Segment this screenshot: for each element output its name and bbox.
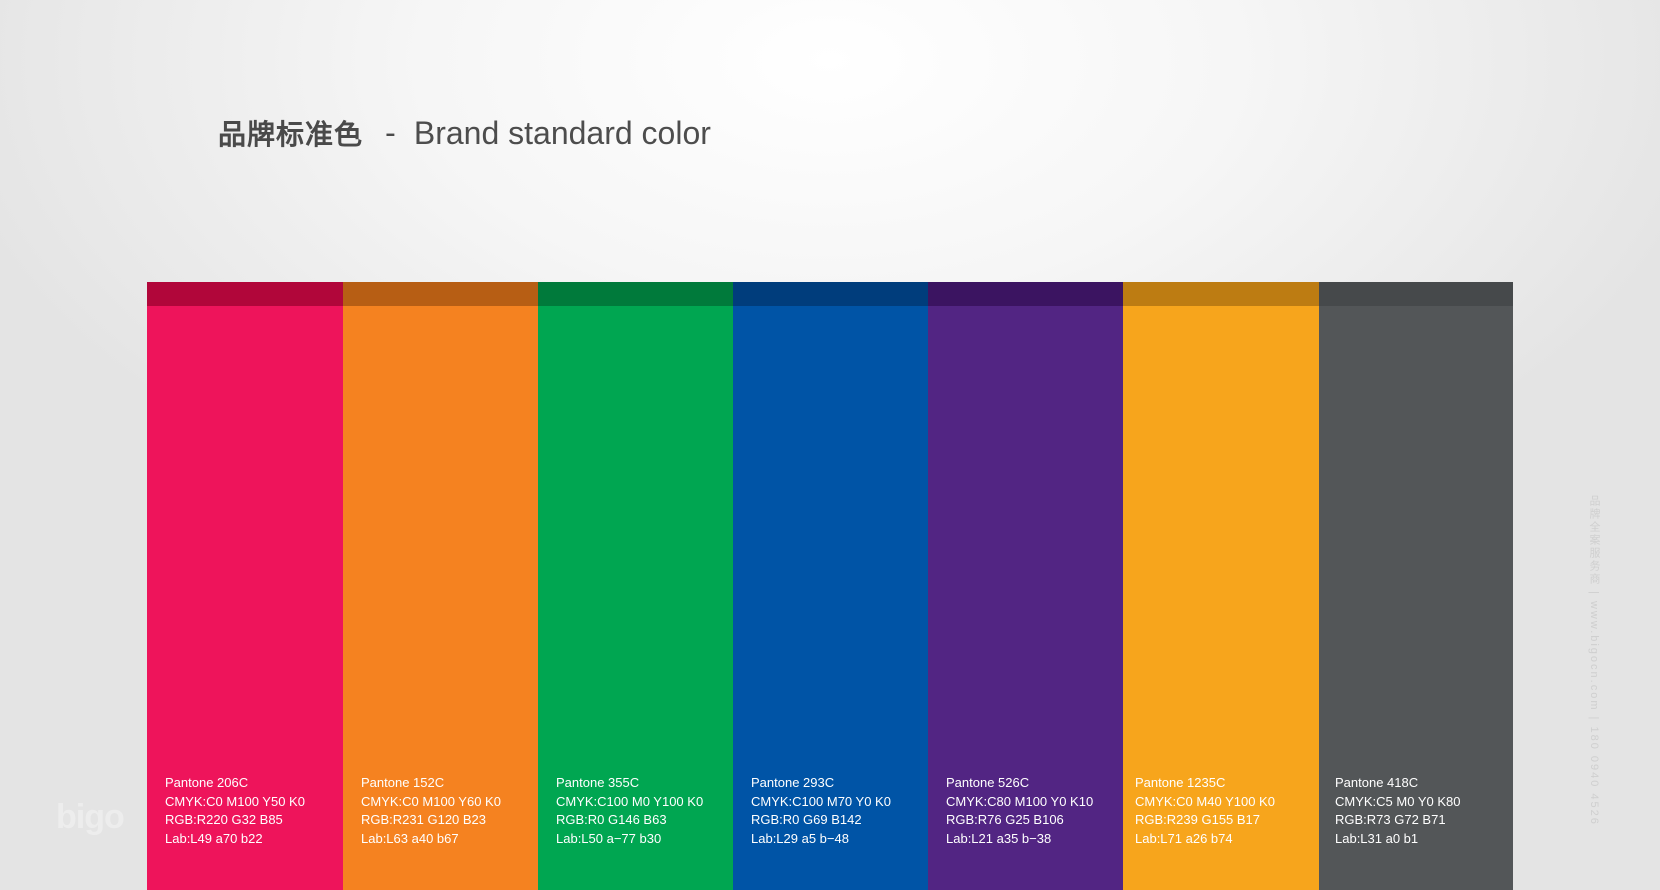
title-separator: -	[385, 115, 396, 151]
swatch-top-band	[1123, 282, 1319, 306]
swatch-info: Pantone 526C CMYK:C80 M100 Y0 K10 RGB:R7…	[946, 774, 1093, 848]
swatch-pantone-152c: Pantone 152C CMYK:C0 M100 Y60 K0 RGB:R23…	[343, 282, 538, 890]
pantone-code: Pantone 526C	[946, 775, 1030, 790]
cmyk-value: CMYK:C100 M70 Y0 K0	[751, 793, 891, 809]
cmyk-value: CMYK:C80 M100 Y0 K10	[946, 793, 1094, 809]
pantone-code: Pantone 152C	[361, 775, 445, 790]
swatch-pantone-206c: Pantone 206C CMYK:C0 M100 Y50 K0 RGB:R22…	[147, 282, 343, 890]
pantone-code: Pantone 418C	[1335, 775, 1419, 790]
lab-value: Lab:L31 a0 b1	[1335, 830, 1419, 846]
rgb-value: RGB:R239 G155 B17	[1135, 812, 1261, 827]
lab-value: Lab:L50 a−77 b30	[556, 830, 662, 846]
swatch-pantone-355c: Pantone 355C CMYK:C100 M0 Y100 K0 RGB:R0…	[538, 282, 733, 890]
swatch-top-band	[343, 282, 538, 306]
lab-value: Lab:L21 a35 b−38	[946, 830, 1052, 846]
title-chinese: 品牌标准色	[218, 118, 364, 151]
rgb-value: RGB:R0 G69 B142	[751, 812, 862, 827]
lab-value: Lab:L63 a40 b67	[361, 830, 459, 846]
rgb-value: RGB:R231 G120 B23	[361, 812, 487, 827]
swatch-top-band	[538, 282, 733, 306]
swatch-top-band	[928, 282, 1123, 306]
rgb-value: RGB:R76 G25 B106	[946, 812, 1064, 827]
swatch-top-band	[733, 282, 928, 306]
pantone-code: Pantone 1235C	[1135, 775, 1226, 790]
swatch-top-band	[147, 282, 343, 306]
cmyk-value: CMYK:C5 M0 Y0 K80	[1335, 793, 1461, 809]
cmyk-value: CMYK:C100 M0 Y100 K0	[556, 793, 704, 809]
cmyk-value: CMYK:C0 M100 Y50 K0	[165, 793, 305, 809]
swatch-pantone-293c: Pantone 293C CMYK:C100 M70 Y0 K0 RGB:R0 …	[733, 282, 928, 890]
cmyk-value: CMYK:C0 M100 Y60 K0	[361, 793, 501, 809]
title-english: Brand standard color	[413, 114, 711, 151]
lab-value: Lab:L49 a70 b22	[165, 830, 263, 846]
swatch-top-band	[1319, 282, 1513, 306]
swatch-info: Pantone 293C CMYK:C100 M70 Y0 K0 RGB:R0 …	[751, 774, 891, 848]
page-title: 品牌标准色 - Brand standard color	[218, 108, 711, 158]
rgb-value: RGB:R220 G32 B85	[165, 812, 283, 827]
pantone-code: Pantone 355C	[556, 775, 640, 790]
swatch-info: Pantone 152C CMYK:C0 M100 Y60 K0 RGB:R23…	[361, 774, 501, 848]
side-contact-text: 品牌全案服务商 | www.bigocn.com | 180 0940 4526	[1588, 495, 1600, 826]
pantone-code: Pantone 206C	[165, 775, 249, 790]
rgb-value: RGB:R0 G146 B63	[556, 812, 667, 827]
cmyk-value: CMYK:C0 M40 Y100 K0	[1135, 793, 1275, 809]
lab-value: Lab:L71 a26 b74	[1135, 830, 1233, 846]
watermark-logo: bigo	[56, 798, 125, 836]
pantone-code: Pantone 293C	[751, 775, 835, 790]
color-palette: Pantone 206C CMYK:C0 M100 Y50 K0 RGB:R22…	[147, 282, 1513, 890]
swatch-info: Pantone 418C CMYK:C5 M0 Y0 K80 RGB:R73 G…	[1335, 774, 1460, 848]
swatch-info: Pantone 206C CMYK:C0 M100 Y50 K0 RGB:R22…	[165, 774, 305, 848]
swatch-pantone-418c: Pantone 418C CMYK:C5 M0 Y0 K80 RGB:R73 G…	[1319, 282, 1513, 890]
swatch-info: Pantone 1235C CMYK:C0 M40 Y100 K0 RGB:R2…	[1135, 774, 1275, 848]
rgb-value: RGB:R73 G72 B71	[1335, 812, 1446, 827]
lab-value: Lab:L29 a5 b−48	[751, 830, 849, 846]
swatch-pantone-1235c: Pantone 1235C CMYK:C0 M40 Y100 K0 RGB:R2…	[1123, 282, 1319, 890]
swatch-pantone-526c: Pantone 526C CMYK:C80 M100 Y0 K10 RGB:R7…	[928, 282, 1123, 890]
swatch-info: Pantone 355C CMYK:C100 M0 Y100 K0 RGB:R0…	[556, 774, 703, 848]
